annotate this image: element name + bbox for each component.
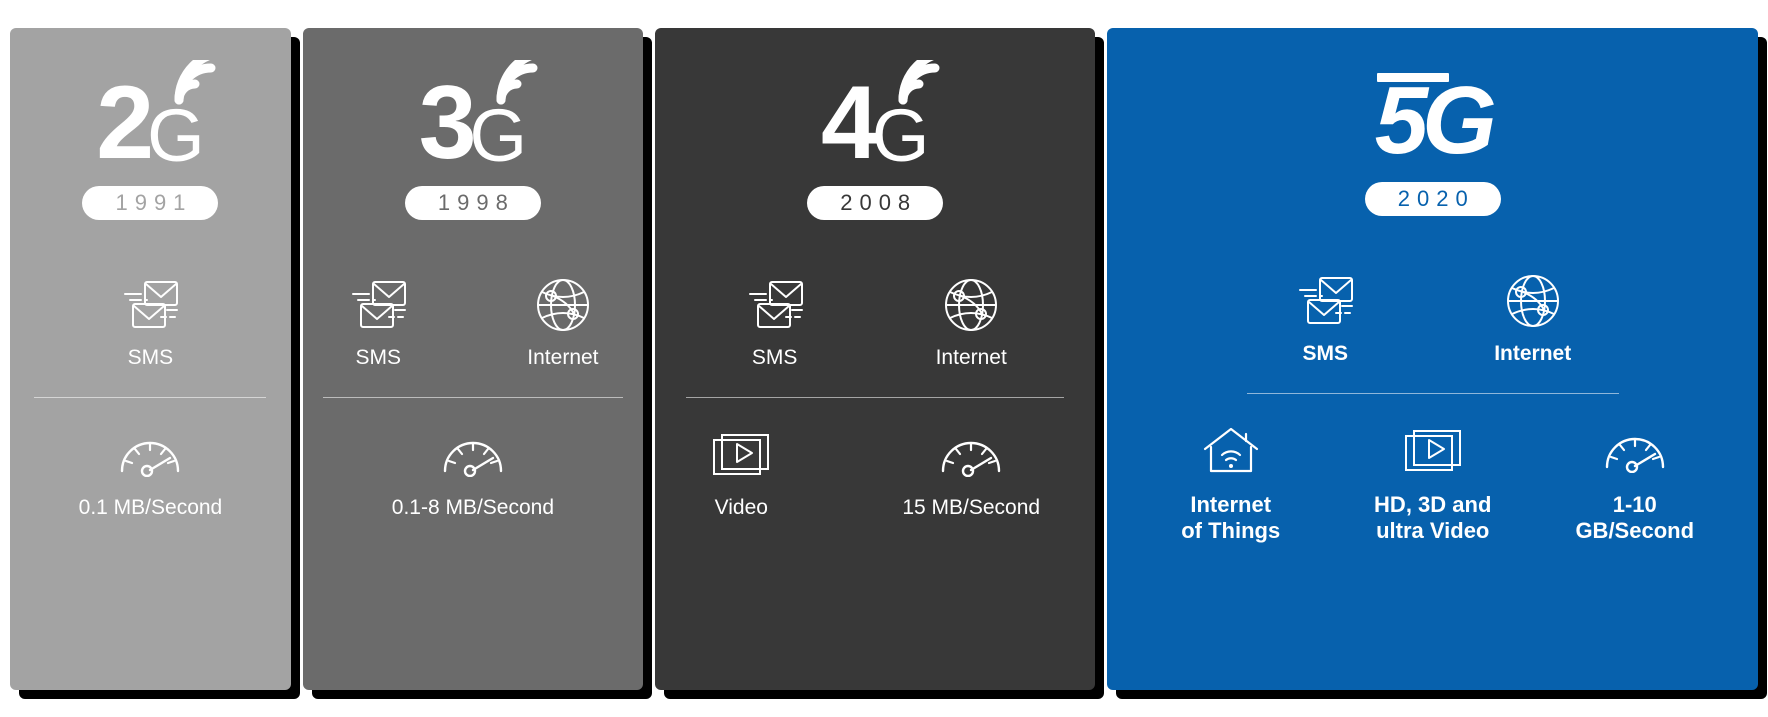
speedometer-icon: [938, 424, 1004, 486]
sms-icon: [744, 274, 806, 336]
feature-row-top: SMS: [10, 274, 291, 371]
wifi-signal-icon: [496, 60, 538, 105]
generation-logo-3g: 3 G: [418, 60, 538, 182]
feature-speed[interactable]: 0.1 MB/Second: [78, 424, 223, 521]
year-badge: 1991: [82, 186, 219, 220]
sms-icon: [347, 274, 409, 336]
feature-sms[interactable]: SMS: [347, 274, 409, 371]
wifi-signal-icon: [174, 60, 216, 105]
feature-label: SMS: [751, 346, 798, 369]
section-divider: [686, 396, 1065, 398]
video-icon: [1402, 420, 1464, 482]
feature-internet[interactable]: Internet: [1494, 270, 1571, 367]
feature-row-top: SMS: [655, 274, 1096, 371]
generation-logo-4g: 4 G: [821, 60, 940, 182]
feature-speed[interactable]: 1-10 GB/Second: [1565, 420, 1705, 544]
speedometer-icon: [1602, 420, 1668, 482]
generation-logo-5g: 5G: [1375, 66, 1497, 170]
sms-icon: [1294, 270, 1356, 332]
features-4g: SMS Internet Video 15 MB/Second: [655, 274, 1096, 521]
generation-letter: G: [1422, 67, 1497, 174]
feature-row-bottom: 0.1 MB/Second: [10, 424, 291, 521]
wifi-signal-icon: [898, 60, 940, 105]
video-icon: [710, 424, 772, 486]
feature-row-bottom: Internet of Things HD, 3D and ultra Vide…: [1107, 420, 1758, 544]
features-2g: SMS 0.1 MB/Second: [10, 274, 291, 521]
speedometer-icon: [440, 424, 506, 486]
features-3g: SMS Internet 0.1-8 MB/Second: [303, 274, 643, 521]
panel-2g[interactable]: 2 G 1991 SMS 0.1 MB/Second: [10, 28, 291, 690]
five-g-top-bar: [1376, 73, 1449, 82]
feature-speed[interactable]: 15 MB/Second: [902, 424, 1040, 521]
globe-icon: [942, 274, 1000, 336]
generation-number: 3: [418, 65, 477, 182]
feature-label: 15 MB/Second: [902, 495, 1041, 519]
section-divider: [322, 396, 623, 398]
panel-4g[interactable]: 4 G 2008 SMS Internet Video 15 MB/Second: [654, 28, 1096, 690]
globe-icon: [534, 274, 592, 336]
globe-icon: [1504, 270, 1562, 332]
features-5g: SMS Internet Internet of Things HD, 3D a…: [1107, 270, 1758, 544]
feature-speed[interactable]: 0.1-8 MB/Second: [392, 424, 554, 521]
generations-comparison-board: 2 G 1991 SMS 0.1 MB/Second 3 G 1998 SMS …: [0, 0, 1768, 717]
generation-number: 5: [1374, 67, 1428, 174]
generation-logo-2g: 2 G: [96, 60, 216, 182]
feature-label: 0.1-8 MB/Second: [391, 495, 555, 519]
feature-video[interactable]: HD, 3D and ultra Video: [1363, 420, 1503, 544]
feature-sms[interactable]: SMS: [744, 274, 806, 371]
panel-3g[interactable]: 3 G 1998 SMS Internet 0.1-8 MB/Second: [302, 28, 643, 690]
feature-label: 1-10 GB/Second: [1575, 491, 1695, 543]
feature-label: Internet: [935, 346, 1007, 369]
section-divider: [1246, 392, 1619, 394]
feature-label: Internet: [1494, 342, 1572, 365]
panel-5g[interactable]: 5G 2020 SMS Internet Internet of Things …: [1107, 28, 1758, 690]
feature-row-top: SMS: [303, 274, 643, 371]
feature-sms[interactable]: SMS: [1294, 270, 1356, 367]
section-divider: [34, 396, 267, 398]
generation-number: 2: [96, 65, 154, 182]
feature-label: SMS: [127, 346, 174, 369]
sms-icon: [119, 274, 181, 336]
feature-label: 0.1 MB/Second: [78, 495, 223, 519]
feature-sms[interactable]: SMS: [119, 274, 181, 371]
feature-row-bottom: Video 15 MB/Second: [655, 424, 1096, 521]
feature-label: SMS: [355, 346, 402, 369]
feature-internet[interactable]: Internet: [936, 274, 1007, 371]
year-badge: 1998: [404, 186, 541, 220]
year-badge: 2008: [807, 186, 944, 220]
year-badge: 2020: [1364, 182, 1501, 216]
feature-row-top: SMS: [1107, 270, 1758, 367]
feature-internet[interactable]: Internet: [527, 274, 599, 371]
feature-row-bottom: 0.1-8 MB/Second: [303, 424, 643, 521]
feature-video[interactable]: Video: [710, 424, 772, 521]
feature-label: Internet of Things: [1181, 491, 1281, 543]
feature-label: SMS: [1302, 342, 1348, 365]
generation-number: 4: [821, 65, 879, 182]
feature-label: HD, 3D and ultra Video: [1374, 491, 1492, 543]
speedometer-icon: [117, 424, 183, 486]
generation-wordmark: 5G: [1375, 67, 1497, 169]
smart-home-icon: [1201, 420, 1261, 482]
feature-label: Internet: [527, 346, 599, 369]
feature-internet-of-things[interactable]: Internet of Things: [1161, 420, 1301, 544]
feature-label: Video: [714, 495, 768, 519]
